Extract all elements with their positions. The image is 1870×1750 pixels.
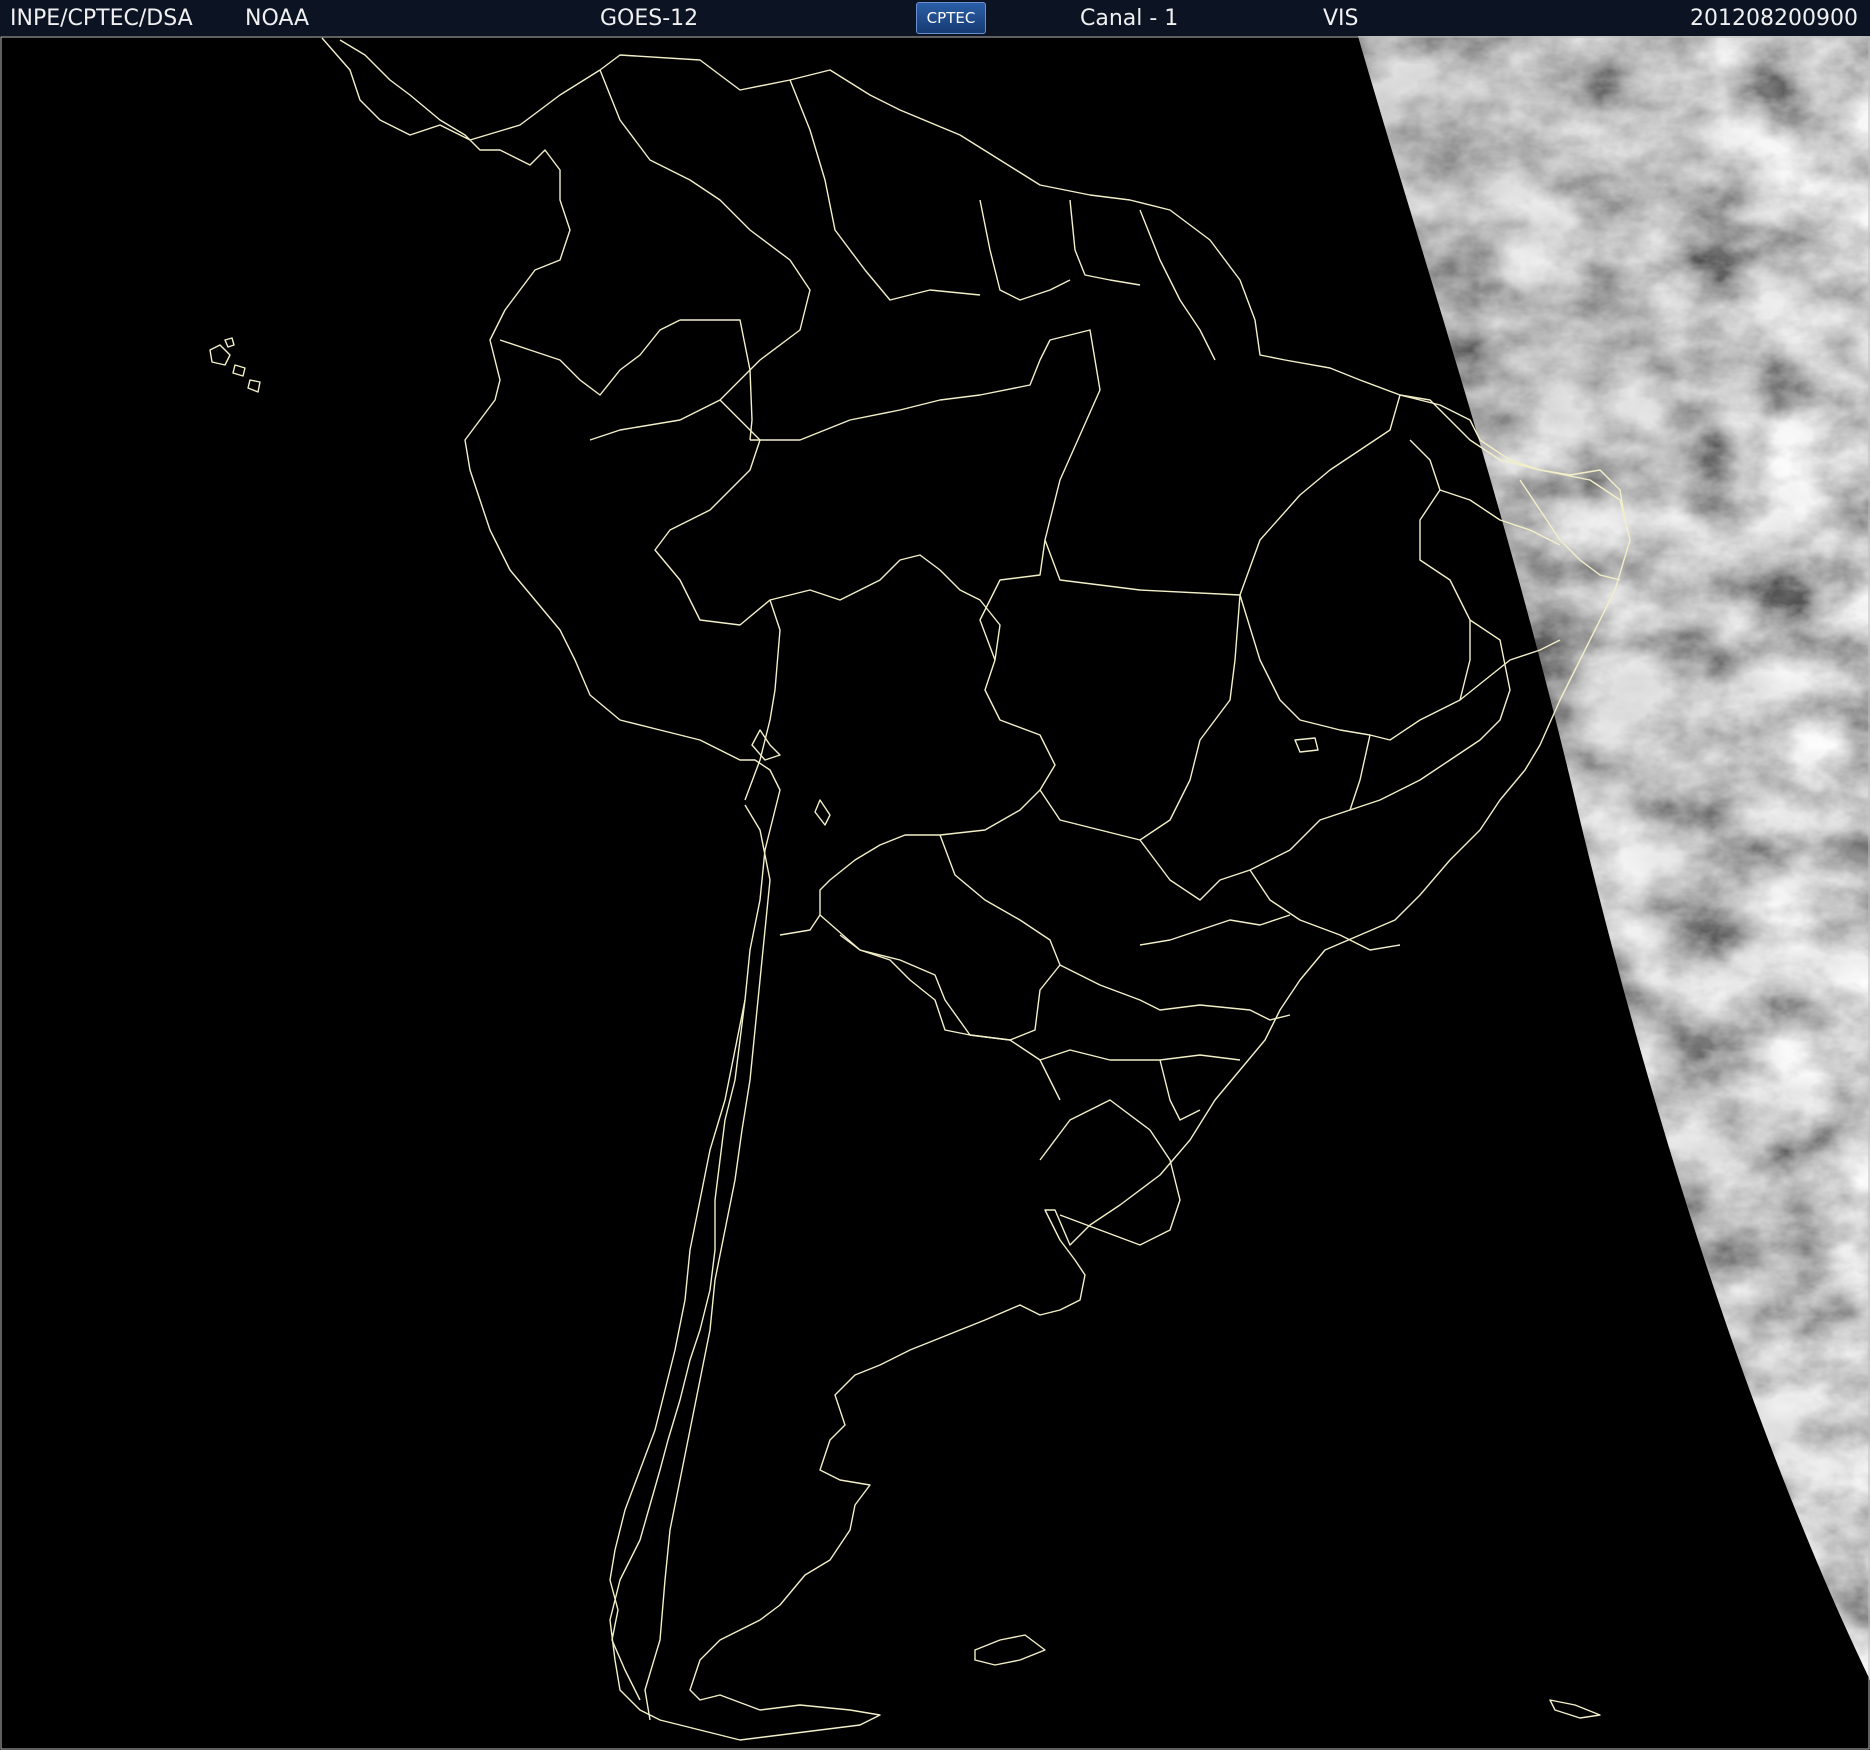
satellite-label: GOES-12 — [600, 6, 699, 31]
image-header: INPE/CPTEC/DSA NOAA GOES-12 CPTEC Canal … — [0, 0, 1870, 37]
agency-label: INPE/CPTEC/DSA — [10, 6, 193, 31]
cptec-logo: CPTEC — [916, 2, 986, 34]
source-label: NOAA — [245, 6, 310, 31]
channel-label: Canal - 1 — [1080, 6, 1179, 31]
satellite-map — [0, 36, 1870, 1750]
band-label: VIS — [1323, 6, 1359, 31]
timestamp-label: 201208200900 — [1690, 6, 1858, 31]
